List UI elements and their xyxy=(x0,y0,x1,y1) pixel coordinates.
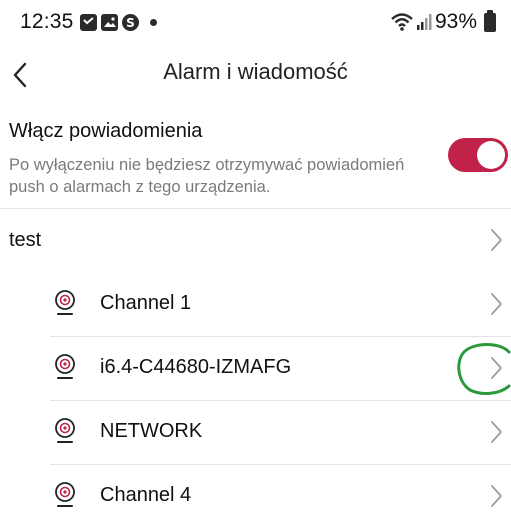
chevron-right-icon xyxy=(491,485,502,507)
channel-name: Channel 1 xyxy=(100,292,192,314)
notifications-setting: Włącz powiadomienia Po wyłączeniu nie bę… xyxy=(0,108,511,208)
channel-name: NETWORK xyxy=(100,420,203,442)
chevron-right-icon xyxy=(491,229,502,251)
battery-percentage: 93% xyxy=(435,10,478,33)
status-bar: 12:35 S 93% xyxy=(0,0,511,46)
dot-icon xyxy=(150,19,157,26)
notifications-title: Włącz powiadomienia xyxy=(9,120,203,142)
gallery-icon xyxy=(101,14,118,31)
notifications-toggle[interactable] xyxy=(448,138,508,172)
channel-name: i6.4-C44680-IZMAFG xyxy=(100,356,292,378)
chevron-right-icon xyxy=(491,293,502,315)
camera-icon xyxy=(55,354,75,379)
wifi-icon xyxy=(390,12,414,37)
page-title: Alarm i wiadomość xyxy=(163,59,348,84)
toggle-knob xyxy=(477,141,505,169)
battery-icon xyxy=(484,10,496,32)
camera-icon xyxy=(55,418,75,443)
svg-text:S: S xyxy=(126,16,135,30)
screen: 12:35 S 93% Alarm i wiadomość Włącz powi… xyxy=(0,0,511,518)
channel-row[interactable]: Channel 1 xyxy=(0,272,511,336)
channel-name: Channel 4 xyxy=(100,484,192,506)
device-name: test xyxy=(9,229,42,251)
channel-row[interactable]: NETWORK xyxy=(0,400,511,464)
notifications-description: Po wyłączeniu nie będziesz otrzymywać po… xyxy=(9,156,405,196)
camera-icon xyxy=(55,290,75,315)
chevron-right-icon xyxy=(491,421,502,443)
channel-row[interactable]: i6.4-C44680-IZMAFG xyxy=(0,336,511,400)
status-time: 12:35 xyxy=(20,10,74,33)
notification-icon xyxy=(80,14,97,31)
camera-icon xyxy=(55,482,75,507)
chevron-right-icon xyxy=(491,357,502,379)
signal-icon xyxy=(417,13,433,36)
app-s-icon: S xyxy=(122,14,139,31)
channel-row[interactable]: Channel 4 xyxy=(0,464,511,518)
device-row[interactable]: test xyxy=(0,208,511,272)
app-header: Alarm i wiadomość xyxy=(0,46,511,102)
